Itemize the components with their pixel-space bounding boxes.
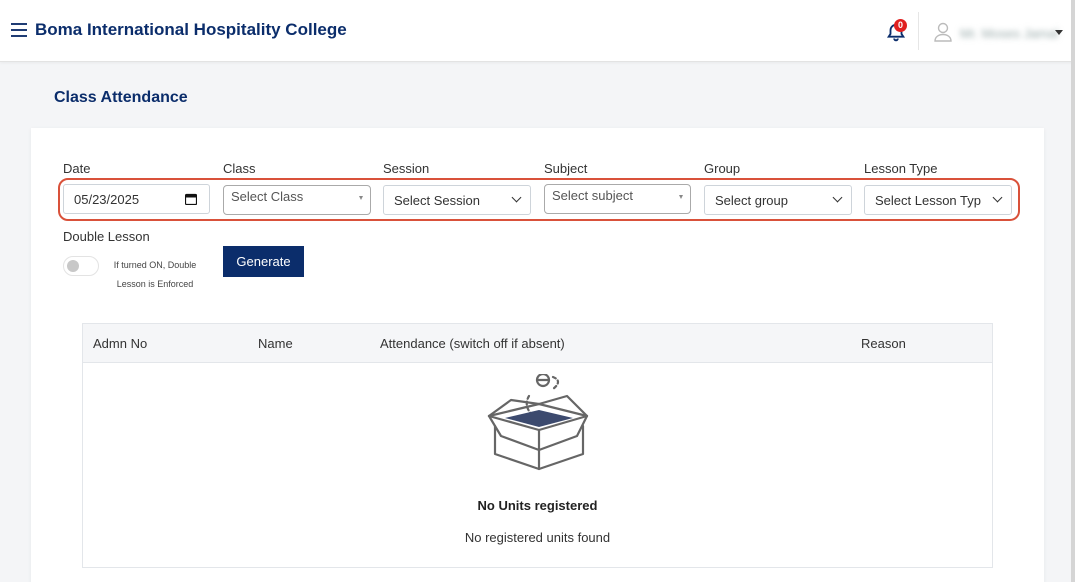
subject-select[interactable]: Select subject: [544, 184, 691, 214]
lesson-type-label: Lesson Type: [864, 161, 938, 176]
double-lesson-label: Double Lesson: [63, 229, 150, 244]
empty-state-subtitle: No registered units found: [464, 530, 611, 545]
chevron-down-icon: [511, 192, 522, 203]
group-select[interactable]: Select group: [704, 185, 852, 215]
group-label: Group: [704, 161, 741, 176]
empty-state-title: No Units registered: [477, 498, 598, 513]
attendance-table: Admn No Name Attendance (switch off if a…: [82, 323, 993, 568]
user-menu[interactable]: Mr. Moses Jamal: [934, 22, 1064, 44]
top-navbar: Boma International Hospitality College 0…: [0, 0, 1075, 62]
menu-icon[interactable]: [11, 23, 27, 37]
generate-button[interactable]: Generate: [223, 246, 304, 277]
subject-label: Subject: [544, 161, 588, 176]
empty-box-icon: [487, 374, 589, 471]
user-icon: [934, 22, 952, 42]
date-label: Date: [63, 161, 91, 176]
dropdown-arrow-icon: [359, 196, 363, 200]
table-header: Admn No Name Attendance (switch off if a…: [83, 324, 992, 363]
class-label: Class: [223, 161, 256, 176]
session-label: Session: [383, 161, 430, 176]
brand-title: Boma International Hospitality College: [35, 20, 347, 39]
page-title: Class Attendance: [54, 89, 188, 106]
column-header: Name: [258, 336, 293, 351]
scrollbar[interactable]: [1071, 0, 1075, 582]
double-lesson-help: If turned ON, Double Lesson is Enforced: [113, 260, 197, 289]
chevron-down-icon: [1055, 30, 1063, 35]
toggle-knob: [67, 260, 79, 272]
column-header: Attendance (switch off if absent): [380, 336, 565, 351]
session-select[interactable]: Select Session: [383, 185, 531, 215]
lesson-type-select[interactable]: Select Lesson Typ: [864, 185, 1012, 215]
chevron-down-icon: [832, 192, 843, 203]
column-header: Admn No: [93, 336, 148, 351]
column-header: Reason: [861, 336, 906, 351]
attendance-card: Date Class Session Subject Group Lesson …: [31, 128, 1044, 582]
dropdown-arrow-icon: [679, 195, 683, 199]
user-name: Mr. Moses Jamal: [960, 26, 1059, 41]
calendar-icon[interactable]: [185, 193, 197, 205]
notification-badge: 0: [894, 19, 907, 32]
navbar-divider: [918, 12, 919, 50]
chevron-down-icon: [992, 192, 1003, 203]
class-select[interactable]: Select Class: [223, 185, 371, 215]
double-lesson-toggle[interactable]: [63, 256, 99, 276]
date-input[interactable]: 05/23/2025: [63, 184, 210, 214]
